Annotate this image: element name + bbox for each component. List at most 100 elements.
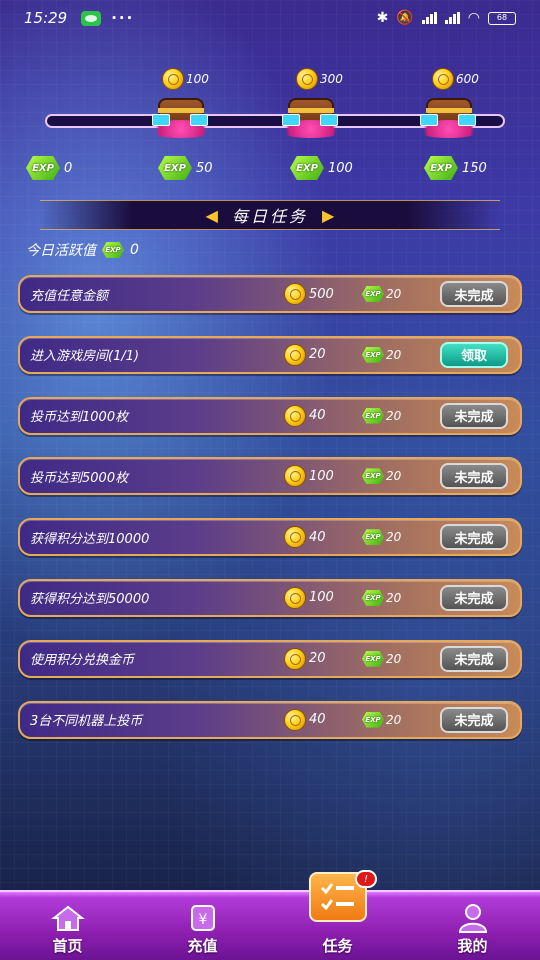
clock: 15:29: [24, 9, 68, 27]
activity-value: 0: [130, 242, 139, 258]
bottom-nav: 首页 ¥ 充值 ! 任务 我的: [0, 870, 540, 960]
wechat-icon: [81, 10, 102, 26]
tasks-badge: !: [355, 870, 377, 888]
activity-progress: EXP 0 100 EXP 50 300 EXP 100 600 EXP 150: [0, 60, 540, 190]
section-title: 每日任务: [231, 207, 308, 226]
task-row: 获得积分达到50000 100 EXP 20 未完成: [18, 578, 522, 617]
nav-mine[interactable]: 我的: [405, 892, 540, 960]
task-row: 获得积分达到10000 40 EXP 20 未完成: [18, 518, 522, 557]
coin-icon: [284, 343, 306, 366]
incomplete-button[interactable]: 未完成: [440, 524, 508, 551]
nav-recharge[interactable]: ¥ 充值: [135, 892, 270, 960]
nav-mine-label: 我的: [457, 937, 488, 955]
incomplete-button[interactable]: 未完成: [440, 645, 508, 672]
daily-activity: 今日活跃值 EXP 0: [26, 240, 139, 260]
exp-gem-icon: EXP: [158, 156, 192, 180]
claim-button[interactable]: 领取: [440, 341, 508, 368]
coin-icon: [432, 68, 454, 90]
daily-tasks-banner: ◀ 每日任务 ▶: [40, 200, 500, 230]
nav-tasks-label: 任务: [322, 937, 353, 955]
milestone-3-reward: 600: [432, 68, 479, 90]
task-row: 使用积分兑换金币 20 EXP 20 未完成: [18, 639, 522, 678]
mute-icon: 🔕: [396, 10, 414, 26]
milestone-2-exp: EXP 100: [290, 156, 353, 180]
task-exp-reward: EXP 20: [362, 590, 401, 606]
progress-start: EXP 0: [26, 156, 72, 180]
milestone-2-reward: 300: [296, 68, 343, 90]
nav-home[interactable]: 首页: [0, 892, 135, 960]
task-coin-reward: 20: [284, 343, 326, 366]
exp-gem-icon: EXP: [362, 408, 384, 424]
task-name: 投币达到1000枚: [30, 410, 129, 426]
task-row: 投币达到5000枚 100 EXP 20 未完成: [18, 457, 522, 496]
coin-icon: [284, 586, 306, 609]
milestone-1-chest[interactable]: [146, 90, 216, 140]
task-exp-reward: EXP 20: [362, 529, 401, 545]
exp-gem-icon: EXP: [26, 156, 60, 180]
task-coin-reward: 100: [284, 586, 334, 609]
home-icon: [49, 903, 87, 933]
profile-icon: [454, 903, 492, 933]
task-coin-reward: 20: [284, 647, 326, 670]
coin-icon: [162, 68, 184, 90]
exp-gem-icon: EXP: [362, 468, 384, 484]
coin-icon: [284, 283, 306, 305]
task-list: 充值任意金额 500 EXP 20 未完成 进入游戏房间(1/1) 20 EXP 20 领取 投币达…: [18, 275, 522, 761]
recharge-icon: ¥: [184, 903, 222, 933]
coin-icon: [284, 708, 306, 731]
nav-recharge-label: 充值: [187, 937, 218, 955]
incomplete-button[interactable]: 未完成: [440, 281, 508, 307]
task-row: 投币达到1000枚 40 EXP 20 未完成: [18, 396, 522, 435]
task-name: 3台不同机器上投币: [30, 714, 143, 730]
task-exp-reward: EXP 20: [362, 347, 401, 363]
task-name: 充值任意金额: [30, 288, 109, 304]
nav-tasks[interactable]: ! 任务: [270, 870, 405, 960]
incomplete-button[interactable]: 未完成: [440, 402, 508, 429]
task-exp-reward: EXP 20: [362, 468, 401, 484]
bluetooth-icon: ✱: [376, 10, 389, 26]
exp-gem-icon: EXP: [290, 156, 324, 180]
coin-icon: [296, 68, 318, 90]
task-coin-reward: 40: [284, 708, 326, 731]
milestone-1-exp: EXP 50: [158, 156, 212, 180]
activity-label: 今日活跃值: [26, 243, 96, 259]
task-coin-reward: 100: [284, 465, 334, 488]
exp-gem-icon: EXP: [362, 347, 384, 363]
milestone-1-reward: 100: [162, 68, 209, 90]
milestone-2-chest[interactable]: [276, 90, 346, 140]
exp-gem-icon: EXP: [424, 156, 458, 180]
task-row: 充值任意金额 500 EXP 20 未完成: [18, 275, 522, 313]
incomplete-button[interactable]: 未完成: [440, 706, 508, 733]
exp-gem-icon: EXP: [362, 590, 384, 606]
wifi-icon: ◠: [467, 10, 480, 26]
exp-gem-icon: EXP: [102, 242, 124, 258]
task-name: 投币达到5000枚: [30, 470, 129, 486]
task-coin-reward: 500: [284, 283, 334, 305]
coin-icon: [284, 526, 306, 549]
battery-icon: 68: [488, 11, 516, 25]
signal-icon: [421, 12, 437, 24]
incomplete-button[interactable]: 未完成: [440, 584, 508, 611]
task-name: 使用积分兑换金币: [30, 653, 135, 669]
coin-icon: [284, 404, 306, 427]
arrow-right-icon: ▶: [322, 205, 335, 225]
task-exp-reward: EXP 20: [362, 286, 401, 302]
coin-icon: [284, 647, 306, 670]
milestone-3-chest[interactable]: [414, 90, 484, 140]
incomplete-button[interactable]: 未完成: [440, 463, 508, 490]
nav-home-label: 首页: [52, 937, 83, 955]
task-exp-reward: EXP 20: [362, 712, 401, 728]
milestone-3-exp: EXP 150: [424, 156, 487, 180]
status-bar: 15:29 ··· ✱ 🔕 ◠ 68: [0, 0, 540, 36]
exp-gem-icon: EXP: [362, 286, 384, 302]
task-row: 3台不同机器上投币 40 EXP 20 未完成: [18, 700, 522, 739]
arrow-left-icon: ◀: [205, 205, 218, 225]
exp-gem-icon: EXP: [362, 712, 384, 728]
signal-icon-2: [444, 12, 460, 24]
task-name: 获得积分达到10000: [30, 531, 150, 547]
task-coin-reward: 40: [284, 526, 326, 549]
task-exp-reward: EXP 20: [362, 651, 401, 667]
coin-icon: [284, 465, 306, 488]
more-notifications-icon: ···: [111, 9, 135, 27]
task-name: 进入游戏房间(1/1): [30, 349, 140, 365]
